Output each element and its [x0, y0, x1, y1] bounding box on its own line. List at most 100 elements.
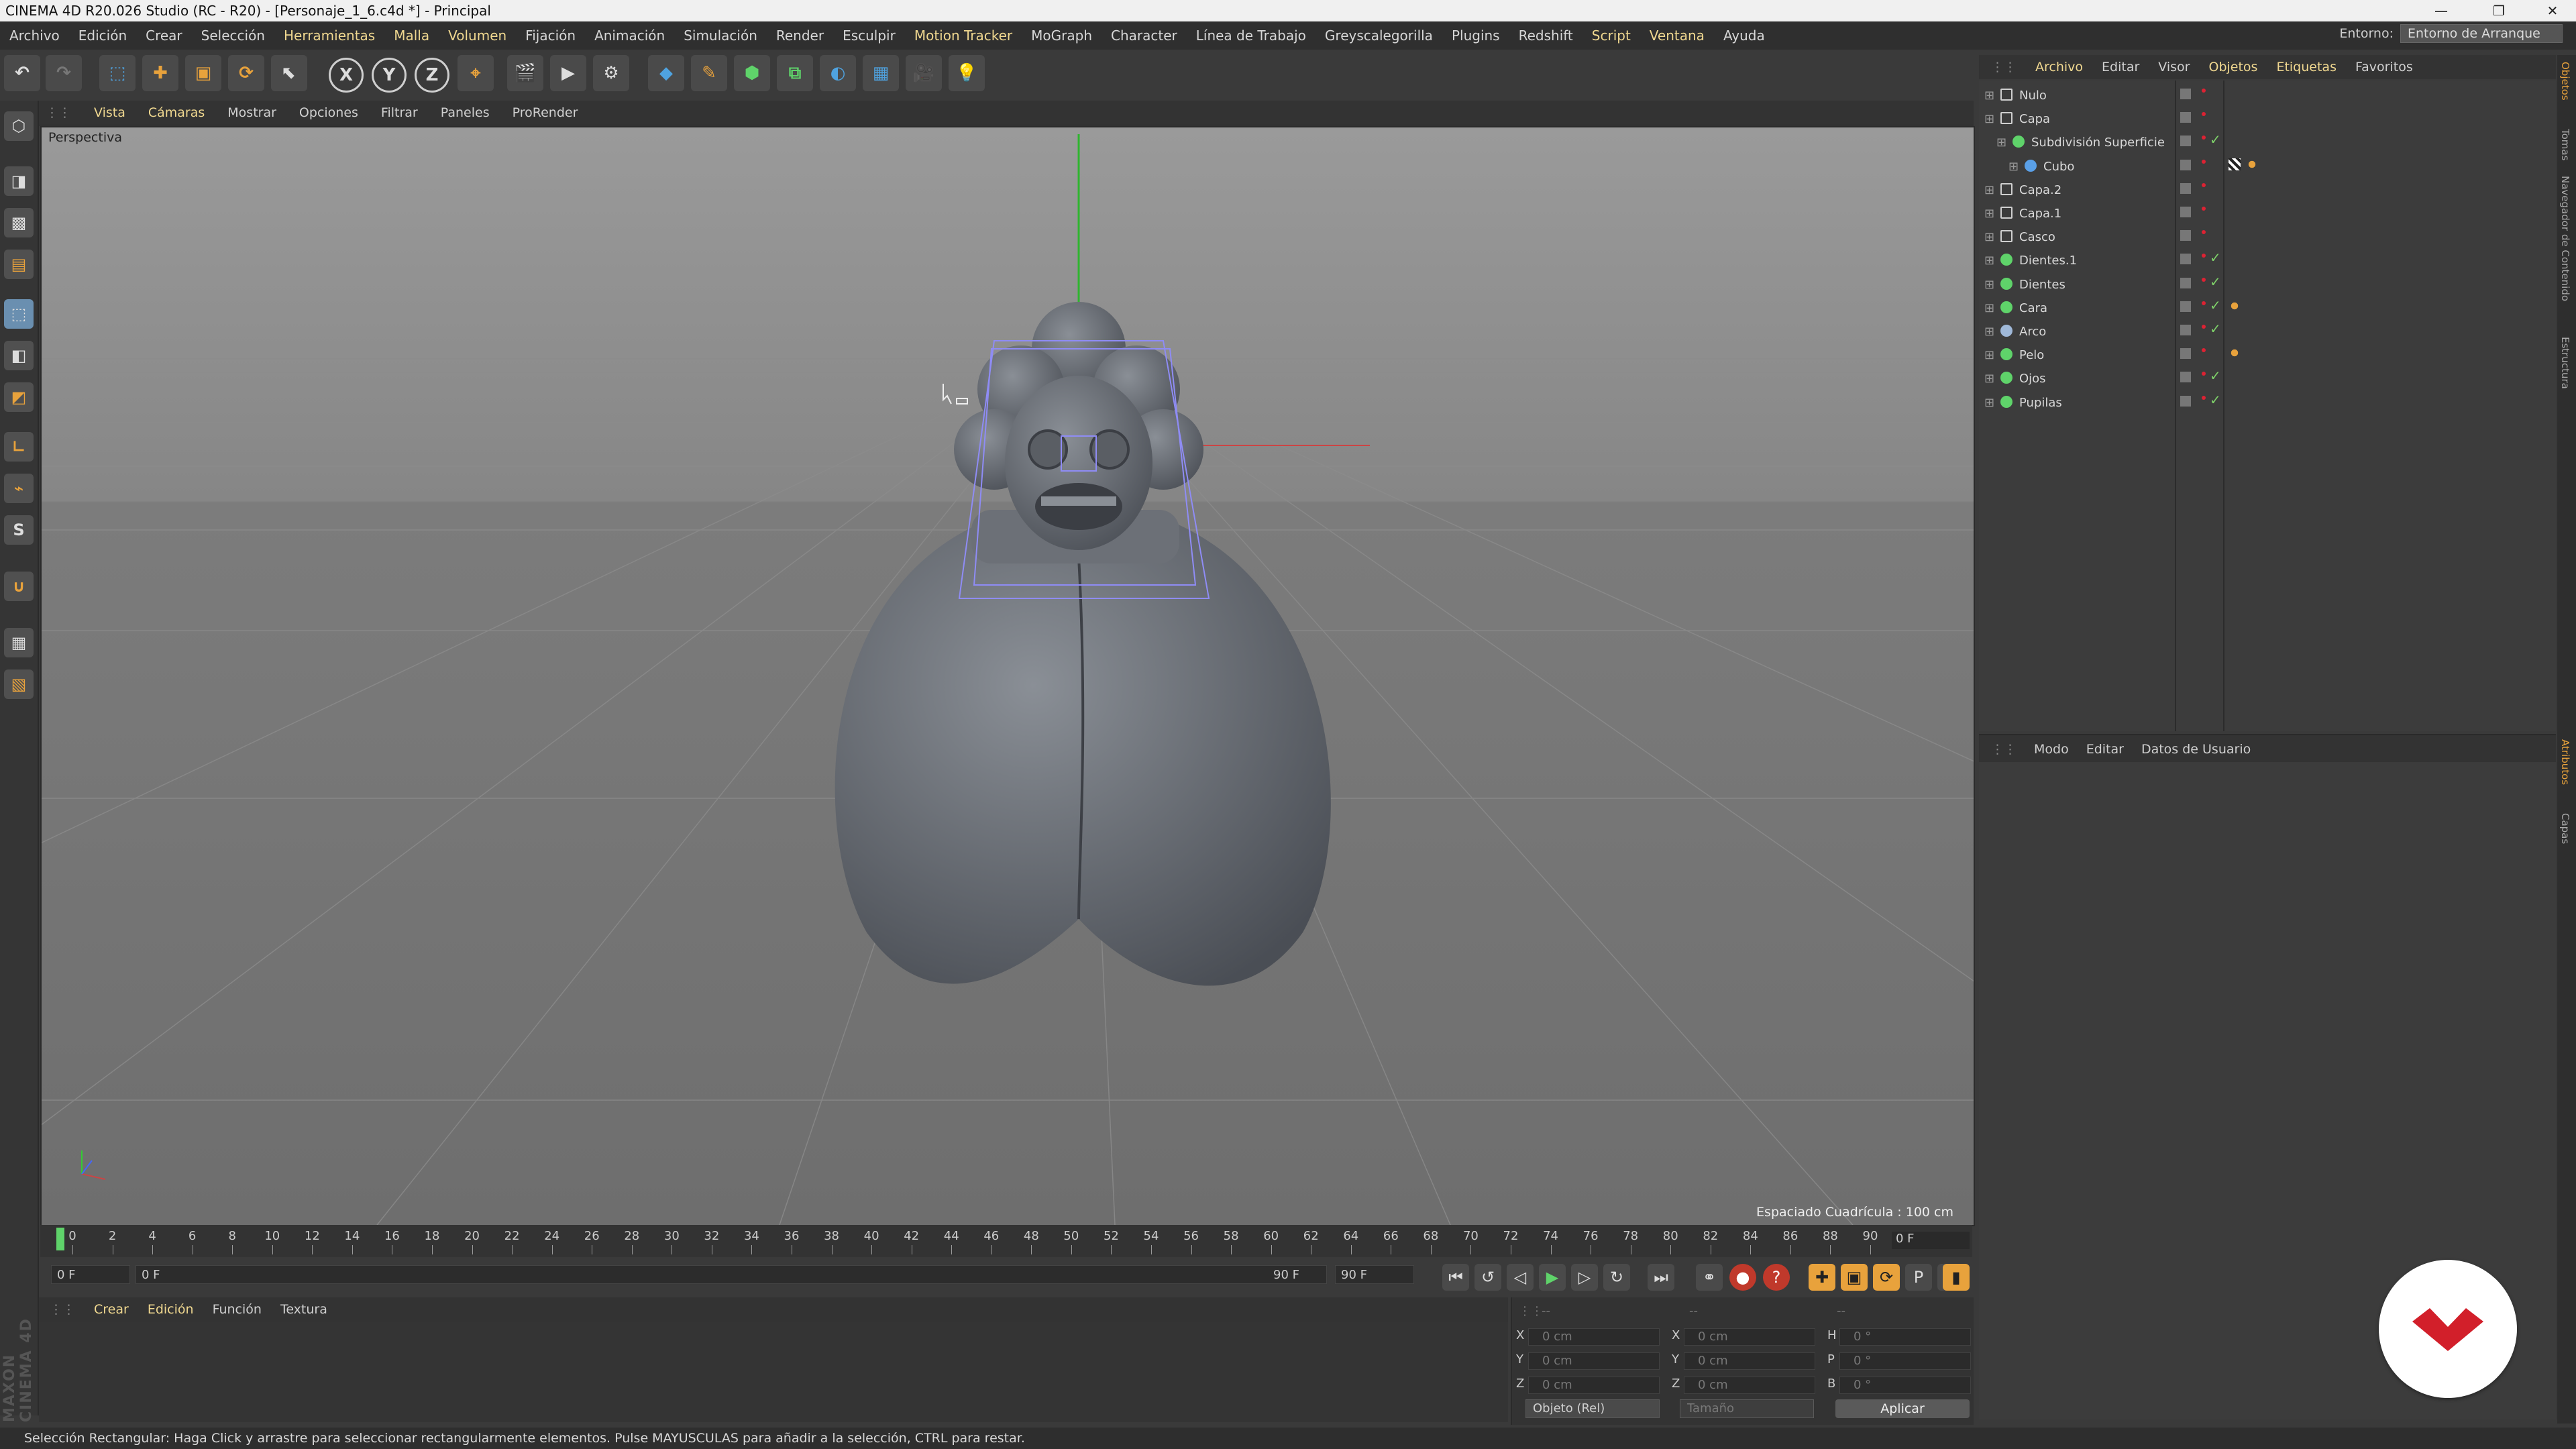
timeline-ruler[interactable]: 0 2 4 6 8 10 12 14 16 18 20 22 24 26 28 30 32 34 36 38 40 42 4… — [54, 1225, 1892, 1257]
next-frame-icon[interactable]: ▷ — [1571, 1264, 1598, 1291]
object-row[interactable]: ⊞ Ojos ✓ — [1979, 366, 2556, 390]
attributes-menu-modo[interactable]: Modo — [2034, 742, 2069, 757]
start-frame-field[interactable]: 0 F — [51, 1265, 130, 1284]
coord-pos-field[interactable]: 0 cm — [1528, 1377, 1660, 1394]
viewport-menu-prorender[interactable]: ProRender — [513, 105, 578, 120]
expand-icon[interactable]: ⊞ — [1984, 278, 1994, 292]
camera-icon[interactable]: 🎥 — [906, 55, 942, 91]
menu-item-fijación[interactable]: Fijación — [525, 28, 576, 44]
enabled-check-icon[interactable]: ✓ — [2210, 274, 2221, 290]
material-menu-textura[interactable]: Textura — [280, 1302, 327, 1317]
render-dot-icon[interactable] — [2202, 207, 2206, 211]
side-tab-tomas[interactable]: Tomas — [2559, 129, 2571, 160]
repeat-icon[interactable]: ↻ — [1603, 1264, 1630, 1291]
attributes-menu-editar[interactable]: Editar — [2086, 742, 2124, 757]
side-tab-capas[interactable]: Capas — [2559, 813, 2571, 844]
layer-visibility-icon[interactable] — [2180, 207, 2191, 217]
recent-tools-icon[interactable]: ⬉ — [271, 55, 307, 91]
render-dot-icon[interactable] — [2202, 395, 2206, 400]
deformer-icon[interactable]: ◐ — [820, 55, 856, 91]
character-model[interactable] — [835, 302, 1331, 986]
key-parameter-icon[interactable]: P — [1905, 1264, 1932, 1291]
light-icon[interactable]: 💡 — [949, 55, 985, 91]
object-name[interactable]: Subdivisión Superficie — [2031, 136, 2165, 150]
coord-size-field[interactable]: 0 cm — [1684, 1328, 1815, 1346]
object-name[interactable]: Casco — [2019, 230, 2055, 244]
menu-item-línea-de-trabajo[interactable]: Línea de Trabajo — [1196, 28, 1306, 44]
render-settings-icon[interactable]: ⚙ — [593, 55, 629, 91]
object-name[interactable]: Ojos — [2019, 372, 2046, 386]
texture-mode-icon[interactable]: ▩ — [4, 208, 34, 237]
viewport-menu-opciones[interactable]: Opciones — [299, 105, 358, 120]
autokey-icon[interactable]: ? — [1763, 1264, 1790, 1291]
enabled-check-icon[interactable]: ✓ — [2210, 131, 2221, 148]
expand-icon[interactable]: ⊞ — [1984, 325, 1994, 339]
menu-item-mograph[interactable]: MoGraph — [1031, 28, 1092, 44]
expand-icon[interactable]: ⊞ — [1984, 301, 1994, 315]
layer-visibility-icon[interactable] — [2180, 254, 2191, 265]
object-name[interactable]: Capa — [2019, 112, 2050, 126]
render-dot-icon[interactable] — [2202, 348, 2206, 353]
end-frame-field[interactable]: 90 F — [1335, 1265, 1414, 1284]
expand-icon[interactable]: ⊞ — [1984, 348, 1994, 362]
object-name[interactable]: Arco — [2019, 325, 2046, 339]
object-menu-archivo[interactable]: Archivo — [2035, 60, 2083, 74]
menu-item-volumen[interactable]: Volumen — [448, 28, 506, 44]
move-icon[interactable]: ✚ — [142, 55, 178, 91]
material-area[interactable] — [39, 1322, 1508, 1422]
object-name[interactable]: Cubo — [2043, 160, 2074, 174]
render-dot-icon[interactable] — [2202, 182, 2206, 187]
material-menu-función[interactable]: Función — [213, 1302, 262, 1317]
viewport-menu-mostrar[interactable]: Mostrar — [227, 105, 276, 120]
tweak-icon[interactable]: ⌁ — [4, 474, 34, 503]
live-selection-icon[interactable]: ⬚ — [99, 55, 136, 91]
coordinate-system-icon[interactable]: ⌖ — [458, 55, 494, 91]
menu-item-selección[interactable]: Selección — [201, 28, 265, 44]
object-row[interactable]: ⊞ Subdivisión Superficie ✓ — [1979, 130, 2556, 154]
axis-z-button[interactable]: Z — [415, 58, 449, 93]
layer-visibility-icon[interactable] — [2180, 348, 2191, 360]
snap-icon[interactable]: S — [4, 515, 34, 545]
object-name[interactable]: Capa.2 — [2019, 183, 2061, 197]
axis-x-button[interactable]: X — [329, 58, 364, 93]
expand-icon[interactable]: ⊞ — [1984, 112, 1994, 126]
timeline-dock-icon[interactable]: ▮ — [1943, 1264, 1970, 1291]
undo-icon[interactable]: ↶ — [4, 55, 40, 91]
object-name[interactable]: Pupilas — [2019, 396, 2062, 410]
object-menu-objetos[interactable]: Objetos — [2208, 60, 2257, 74]
expand-icon[interactable]: ⊞ — [2008, 160, 2019, 174]
object-row[interactable]: ⊞ Capa.1 — [1979, 201, 2556, 225]
coord-pos-field[interactable]: 0 cm — [1528, 1328, 1660, 1346]
viewport-menu-cámaras[interactable]: Cámaras — [148, 105, 205, 120]
magnet-icon[interactable]: ∪ — [4, 572, 34, 601]
material-menu-crear[interactable]: Crear — [94, 1302, 129, 1317]
redo-icon[interactable]: ↷ — [46, 55, 82, 91]
coord-rot-field[interactable]: 0 ° — [1839, 1328, 1971, 1346]
workplane-lock-icon[interactable]: ▧ — [4, 669, 34, 699]
object-row[interactable]: ⊞ Arco ✓ — [1979, 319, 2556, 343]
side-tab-estructura[interactable]: Estructura — [2559, 337, 2571, 389]
go-to-end-icon[interactable]: ⏭ — [1648, 1264, 1674, 1291]
render-dot-icon[interactable] — [2202, 159, 2206, 164]
previous-frame-icon[interactable]: ◁ — [1507, 1264, 1534, 1291]
loop-icon[interactable]: ↺ — [1474, 1264, 1501, 1291]
object-row[interactable]: ⊞ Capa.2 — [1979, 178, 2556, 201]
object-name[interactable]: Pelo — [2019, 348, 2044, 362]
array-icon[interactable]: ⧉ — [777, 55, 813, 91]
restore-icon[interactable]: ❐ — [2475, 0, 2522, 21]
attributes-menu-datos-de-usuario[interactable]: Datos de Usuario — [2141, 742, 2251, 757]
floor-icon[interactable]: ▦ — [863, 55, 899, 91]
playhead[interactable] — [56, 1228, 64, 1250]
timeline[interactable]: 0 2 4 6 8 10 12 14 16 18 20 22 24 26 28 30 32 34 36 38 40 42 4… — [40, 1225, 1972, 1257]
expand-icon[interactable]: ⊞ — [1984, 254, 1994, 268]
layer-visibility-icon[interactable] — [2180, 372, 2191, 383]
object-name[interactable]: Capa.1 — [2019, 207, 2061, 221]
coord-size-field[interactable]: 0 cm — [1684, 1377, 1815, 1394]
model-mode-icon[interactable]: ◨ — [4, 166, 34, 196]
layer-visibility-icon[interactable] — [2180, 301, 2191, 312]
coord-pos-field[interactable]: 0 cm — [1528, 1352, 1660, 1370]
key-scale-icon[interactable]: ▣ — [1841, 1264, 1868, 1291]
layer-visibility-icon[interactable] — [2180, 395, 2191, 407]
object-name[interactable]: Nulo — [2019, 89, 2047, 103]
go-to-start-icon[interactable]: ⏮ — [1442, 1264, 1469, 1291]
